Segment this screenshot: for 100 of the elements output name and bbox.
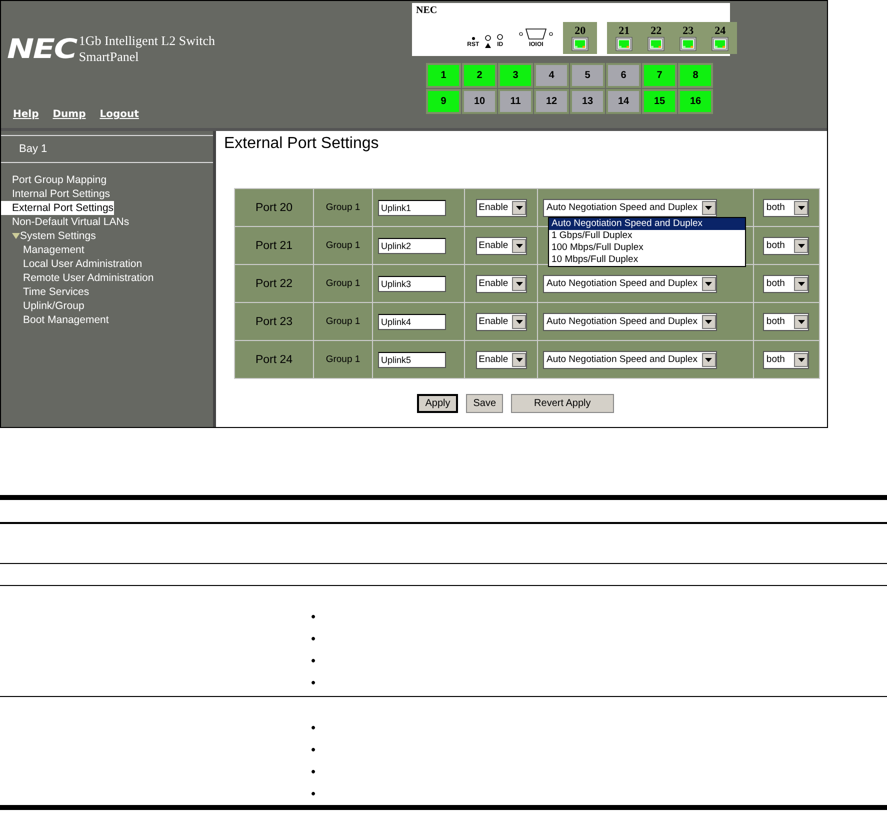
dropdown-arrow-icon[interactable] xyxy=(705,282,712,286)
port-tile[interactable]: 11 xyxy=(498,89,533,114)
table-cell: Group 1 xyxy=(314,302,372,340)
input-field[interactable]: Uplink4 xyxy=(378,314,446,330)
port-number: 23 xyxy=(682,25,694,37)
table-cell: Port 21 xyxy=(234,226,314,264)
speed-select[interactable]: Auto Negotiation Speed and Duplex xyxy=(543,274,717,292)
warning-triangle-icon xyxy=(485,43,492,48)
bullet: • xyxy=(311,787,317,801)
dropdown-option[interactable]: 10 Mbps/Full Duplex xyxy=(549,254,746,266)
port-number: 24 xyxy=(714,25,726,37)
port-tile[interactable]: 2 xyxy=(462,63,497,88)
state-select[interactable]: Enable xyxy=(476,236,528,254)
dropdown-arrow-icon[interactable] xyxy=(798,206,805,210)
table-cell: Group 1 xyxy=(314,188,372,226)
port-tile[interactable]: 14 xyxy=(606,89,641,114)
port-tile[interactable]: 13 xyxy=(570,89,605,114)
flow-select[interactable]: both xyxy=(763,274,810,292)
led-icon xyxy=(497,34,504,40)
reset-hole-icon xyxy=(472,37,475,40)
dropdown-arrow-icon[interactable] xyxy=(705,320,712,324)
bullet: • xyxy=(311,676,317,690)
bullet: • xyxy=(311,765,317,779)
dropdown-arrow-icon[interactable] xyxy=(516,320,523,324)
dropdown-arrow-icon[interactable] xyxy=(516,282,523,286)
dropdown-arrow-icon[interactable] xyxy=(516,206,523,210)
sidebar-item[interactable]: External Port Settings xyxy=(1,201,114,215)
sidebar-item[interactable]: Boot Management xyxy=(1,313,109,327)
dropdown-arrow-icon[interactable] xyxy=(798,244,805,248)
product-title: 1Gb Intelligent L2 Switch xyxy=(78,33,215,49)
dropdown-option[interactable]: 100 Mbps/Full Duplex xyxy=(549,242,746,254)
dropdown-arrow-icon[interactable] xyxy=(798,282,805,286)
port-tile[interactable]: 5 xyxy=(570,63,605,88)
input-field[interactable]: Uplink3 xyxy=(378,276,446,292)
port-tile[interactable]: 1 xyxy=(426,63,461,88)
speed-select[interactable]: Auto Negotiation Speed and Duplex xyxy=(543,350,717,368)
dropdown-option[interactable]: 1 Gbps/Full Duplex xyxy=(549,230,746,242)
dropdown-arrow-icon[interactable] xyxy=(705,358,712,362)
sidebar-item[interactable]: Uplink/Group xyxy=(1,299,84,313)
page-title: External Port Settings xyxy=(224,135,380,153)
port-tile[interactable]: 3 xyxy=(498,63,533,88)
state-select[interactable]: Enable xyxy=(476,274,528,292)
speed-select[interactable]: Auto Negotiation Speed and Duplex xyxy=(543,312,717,330)
sidebar-item[interactable]: System Settings xyxy=(1,229,96,243)
led-icon xyxy=(485,35,492,41)
dropdown-arrow-icon[interactable] xyxy=(705,206,712,210)
flow-select[interactable]: both xyxy=(763,236,810,254)
port-tile[interactable]: 16 xyxy=(678,89,713,114)
sidebar-item[interactable]: Management xyxy=(1,243,84,257)
input-field[interactable]: Uplink5 xyxy=(378,352,446,368)
bullet: • xyxy=(311,654,317,668)
input-field[interactable]: Uplink2 xyxy=(378,238,446,254)
table-cell: Port 20 xyxy=(234,188,314,226)
state-select[interactable]: Enable xyxy=(476,312,528,330)
bay-label: Bay 1 xyxy=(1,135,213,163)
port-tile[interactable]: 8 xyxy=(678,63,713,88)
header-link[interactable]: Help xyxy=(13,109,39,120)
port-tile[interactable]: 6 xyxy=(606,63,641,88)
state-select[interactable]: Enable xyxy=(476,350,528,368)
port-tile[interactable]: 9 xyxy=(426,89,461,114)
serial-port-icon xyxy=(519,28,554,40)
dropdown-arrow-icon[interactable] xyxy=(516,244,523,248)
header-link[interactable]: Dump xyxy=(52,109,86,120)
dropdown-arrow-icon[interactable] xyxy=(516,358,523,362)
form-button[interactable]: Revert Apply xyxy=(511,394,614,413)
header-link[interactable]: Logout xyxy=(100,109,139,120)
form-button[interactable]: Save xyxy=(466,394,504,413)
port-number: 22 xyxy=(650,25,662,37)
port-tile[interactable]: 4 xyxy=(534,63,569,88)
bullet: • xyxy=(311,721,317,735)
input-field[interactable]: Uplink1 xyxy=(378,200,446,216)
flow-select[interactable]: both xyxy=(763,312,810,330)
port-number: 21 xyxy=(618,25,630,37)
dropdown-option[interactable]: Auto Negotiation Speed and Duplex xyxy=(549,218,746,230)
bullet: • xyxy=(311,632,317,646)
sidebar-item[interactable]: Port Group Mapping xyxy=(1,173,107,187)
bullet: • xyxy=(311,743,317,757)
state-select[interactable]: Enable xyxy=(476,198,528,216)
expand-triangle-icon[interactable] xyxy=(12,233,20,239)
port-tile[interactable]: 12 xyxy=(534,89,569,114)
product-subtitle: SmartPanel xyxy=(78,49,140,65)
speed-select[interactable]: Auto Negotiation Speed and Duplex xyxy=(543,198,717,216)
panel-brand: NEC xyxy=(416,5,438,18)
sidebar-item[interactable]: Local User Administration xyxy=(1,257,142,271)
port-tile[interactable]: 15 xyxy=(642,89,677,114)
sidebar-item[interactable]: Non-Default Virtual LANs xyxy=(1,215,130,229)
brand-logo: NEC xyxy=(7,34,76,64)
port-tile[interactable]: 10 xyxy=(462,89,497,114)
sidebar-item[interactable]: Time Services xyxy=(1,285,90,299)
sidebar-item[interactable]: Internal Port Settings xyxy=(1,187,110,201)
form-button[interactable]: Apply xyxy=(417,394,458,413)
flow-select[interactable]: both xyxy=(763,350,810,368)
port-tile[interactable]: 7 xyxy=(642,63,677,88)
table-cell: Group 1 xyxy=(314,264,372,302)
sidebar-item[interactable]: Remote User Administration xyxy=(1,271,154,285)
dropdown-arrow-icon[interactable] xyxy=(798,320,805,324)
flow-select[interactable]: both xyxy=(763,198,810,216)
bullet: • xyxy=(311,610,317,624)
dropdown-arrow-icon[interactable] xyxy=(798,358,805,362)
table-cell: Group 1 xyxy=(314,226,372,264)
